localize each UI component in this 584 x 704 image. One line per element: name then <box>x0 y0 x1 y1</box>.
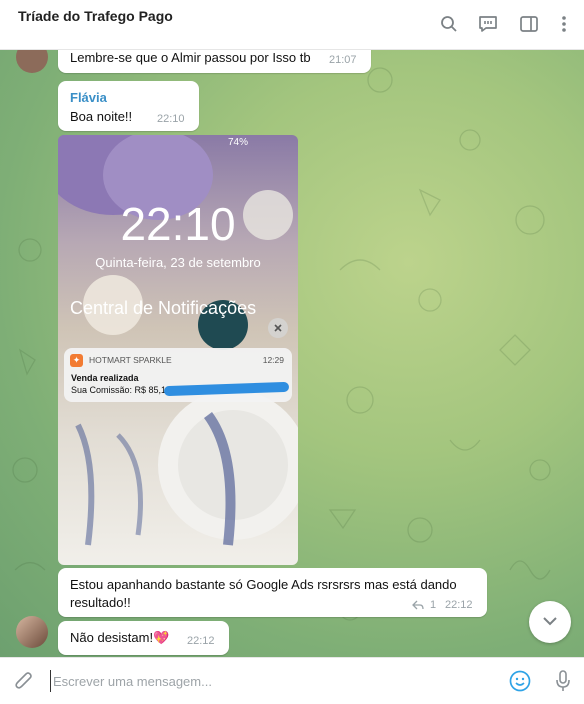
reply-count[interactable]: 1 <box>430 599 436 611</box>
message-text: Boa noite!! <box>70 109 133 124</box>
battery-level: 74% <box>228 137 249 148</box>
more-icon[interactable] <box>553 13 575 35</box>
message-photo[interactable]: 74% 22:10 Quinta-feira, 23 de setembro C… <box>58 135 298 565</box>
sender-name[interactable]: Flávia <box>70 90 107 105</box>
notification-title: Venda realizada <box>71 373 139 383</box>
message-time: 22:10 <box>157 113 185 125</box>
emoji-icon[interactable] <box>509 670 531 697</box>
sidebar-icon[interactable] <box>518 13 540 35</box>
hotmart-icon: ✦ <box>70 354 83 367</box>
redaction-mark <box>163 381 290 397</box>
notification-time: 12:29 <box>262 355 284 365</box>
scroll-down-button[interactable] <box>529 601 571 643</box>
text-caret <box>50 670 51 692</box>
attach-icon[interactable] <box>14 670 34 697</box>
notification-body: Sua Comissão: R$ 85,12 <box>71 385 172 395</box>
comments-icon[interactable] <box>477 13 499 35</box>
message-input[interactable]: Escrever uma mensagem... <box>53 674 212 689</box>
message-text: Não desistam!💖 <box>70 630 170 645</box>
message-bubble: Não desistam!💖 22:12 <box>58 621 229 655</box>
chevron-down-icon <box>542 613 558 631</box>
reply-icon[interactable] <box>412 598 424 613</box>
message-bubble: Flávia Boa noite!! 22:10 <box>58 81 199 131</box>
message-time: 22:12 <box>187 635 215 647</box>
message-composer: Escrever uma mensagem... <box>0 657 584 704</box>
avatar[interactable] <box>16 616 48 648</box>
message-bubble: Lembre-se que o Almir passou por Isso tb… <box>58 50 371 73</box>
lockscreen-date: Quinta-feira, 23 de setembro <box>95 255 261 270</box>
message-time: 22:12 <box>445 599 473 611</box>
chat-header: Tríade do Trafego Pago <box>0 0 584 50</box>
message-bubble: Estou apanhando bastante só Google Ads r… <box>58 568 487 617</box>
message-time: 21:07 <box>329 54 357 66</box>
chat-area[interactable]: Lembre-se que o Almir passou por Isso tb… <box>0 50 584 657</box>
chat-title[interactable]: Tríade do Trafego Pago <box>18 8 173 24</box>
message-text: Lembre-se que o Almir passou por Isso tb <box>70 50 311 65</box>
close-icon <box>268 318 288 338</box>
lockscreen-clock: 22:10 <box>120 198 236 250</box>
notification-center-label: Central de Notificações <box>70 298 257 318</box>
search-icon[interactable] <box>438 13 460 35</box>
notification-card: ✦ HOTMART SPARKLE 12:29 Venda realizada … <box>64 348 292 402</box>
notification-app: HOTMART SPARKLE <box>89 355 172 365</box>
microphone-icon[interactable] <box>555 669 571 698</box>
